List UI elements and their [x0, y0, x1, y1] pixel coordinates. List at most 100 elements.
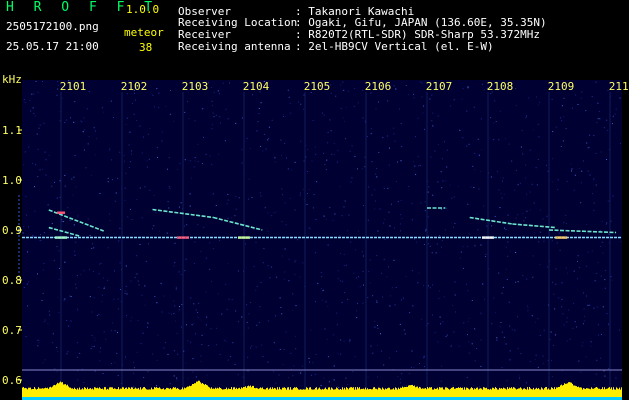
- signal-bar: [506, 389, 507, 397]
- noise-dot: [300, 103, 302, 105]
- noise-dot: [125, 265, 127, 267]
- noise-dot: [417, 117, 419, 119]
- noise-dot: [522, 153, 524, 155]
- noise-dot: [94, 337, 95, 339]
- noise-dot: [25, 196, 27, 197]
- noise-dot: [207, 345, 209, 347]
- noise-dot: [315, 354, 317, 355]
- signal-bar: [85, 387, 86, 397]
- noise-dot: [393, 133, 395, 135]
- signal-bar: [273, 388, 274, 397]
- noise-dot: [446, 207, 448, 209]
- noise-dot: [119, 151, 121, 153]
- signal-bar: [297, 388, 298, 397]
- signal-bar: [69, 387, 70, 397]
- noise-dot: [234, 364, 236, 366]
- signal-bar: [55, 385, 56, 397]
- noise-dot: [461, 98, 463, 100]
- noise-dot: [292, 293, 294, 295]
- signal-bar: [126, 387, 127, 397]
- noise-dot: [37, 148, 39, 150]
- noise-dot: [75, 186, 77, 188]
- noise-dot: [56, 371, 58, 373]
- signal-bar: [469, 389, 470, 397]
- noise-dot: [37, 176, 39, 178]
- noise-dot: [37, 91, 39, 93]
- noise-dot: [143, 136, 144, 138]
- noise-dot: [377, 325, 378, 326]
- noise-dot: [559, 117, 561, 119]
- noise-dot: [297, 239, 299, 241]
- noise-dot: [589, 174, 591, 176]
- noise-dot: [361, 89, 363, 91]
- signal-bar: [546, 387, 547, 397]
- noise-dot: [185, 258, 187, 260]
- noise-dot: [419, 363, 420, 364]
- signal-bar: [461, 388, 462, 397]
- noise-dot: [125, 290, 127, 292]
- signal-bar: [459, 388, 460, 397]
- signal-bar: [80, 389, 81, 397]
- noise-dot: [134, 99, 136, 101]
- signal-bar: [345, 389, 346, 397]
- noise-dot: [526, 115, 528, 117]
- noise-dot: [250, 147, 251, 149]
- noise-dot: [529, 191, 531, 193]
- signal-bar: [88, 389, 89, 397]
- noise-dot: [439, 235, 441, 237]
- noise-dot: [205, 324, 207, 326]
- noise-dot: [187, 377, 189, 379]
- signal-bar: [308, 389, 309, 397]
- noise-dot: [173, 313, 175, 315]
- noise-dot: [335, 95, 337, 97]
- noise-dot: [503, 193, 505, 195]
- noise-dot: [395, 287, 397, 288]
- signal-bar: [98, 388, 99, 397]
- signal-bar: [372, 389, 373, 397]
- signal-bar: [364, 389, 365, 397]
- signal-bar: [547, 389, 548, 397]
- noise-dot: [474, 169, 476, 171]
- noise-dot: [482, 283, 484, 285]
- signal-bar: [414, 385, 415, 397]
- signal-bar: [27, 389, 28, 397]
- noise-dot: [146, 166, 148, 168]
- noise-dot: [280, 139, 282, 141]
- noise-dot: [114, 270, 115, 272]
- noise-dot: [355, 249, 356, 251]
- signal-bar: [395, 387, 396, 397]
- signal-bar: [483, 387, 484, 397]
- noise-dot: [468, 143, 470, 145]
- noise-dot: [184, 159, 186, 161]
- noise-dot: [68, 325, 70, 327]
- noise-dot: [295, 348, 297, 350]
- signal-bar: [182, 387, 183, 397]
- noise-dot: [188, 118, 190, 120]
- noise-dot: [149, 128, 151, 129]
- noise-dot: [59, 180, 61, 182]
- noise-dot: [354, 88, 356, 89]
- signal-bar: [550, 389, 551, 397]
- noise-dot: [608, 233, 610, 235]
- noise-dot: [381, 272, 383, 274]
- noise-dot: [194, 333, 196, 335]
- noise-dot: [552, 131, 554, 132]
- noise-dot: [139, 187, 141, 189]
- signal-bar: [51, 387, 52, 397]
- noise-dot: [539, 231, 541, 233]
- noise-dot: [176, 333, 178, 334]
- noise-dot: [425, 228, 427, 230]
- noise-dot: [253, 229, 255, 231]
- noise-dot: [346, 230, 348, 232]
- noise-dot: [109, 220, 111, 221]
- noise-dot: [154, 296, 156, 297]
- signal-bar: [105, 387, 106, 397]
- noise-dot: [376, 167, 378, 169]
- signal-bar: [360, 389, 361, 397]
- noise-dot: [352, 371, 354, 373]
- signal-bar: [203, 383, 204, 397]
- noise-dot: [98, 273, 100, 275]
- signal-bar: [200, 382, 201, 397]
- noise-dot: [90, 174, 92, 176]
- noise-dot: [185, 362, 187, 364]
